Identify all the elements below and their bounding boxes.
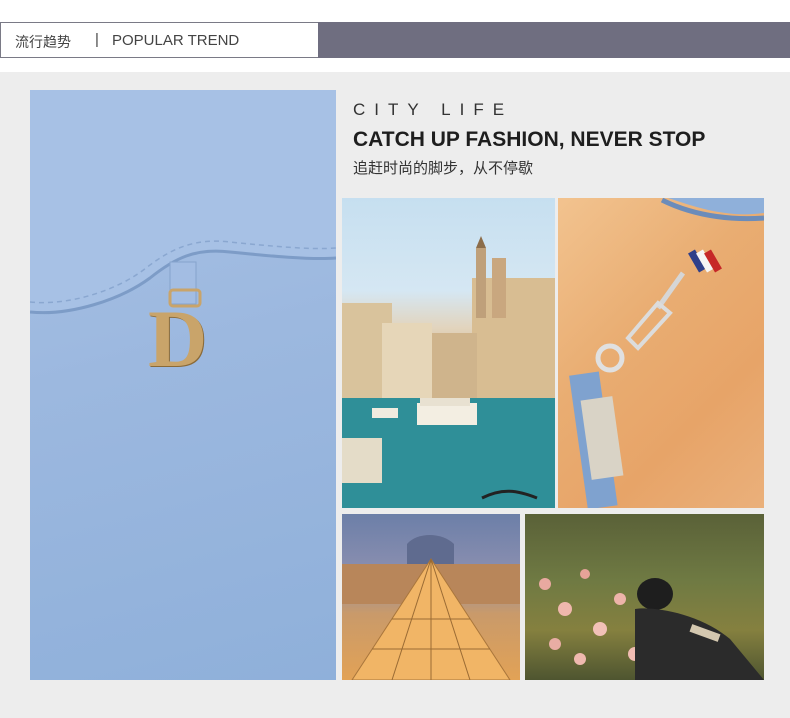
header-title-box: 流行趋势 | POPULAR TREND (0, 22, 319, 58)
venice-canal-photo (342, 198, 555, 508)
header-zh-title: 流行趋势 (15, 35, 71, 51)
rose-garden-photo (525, 514, 764, 680)
logo-d-icon: D (148, 293, 208, 384)
header-separator: | (95, 31, 99, 48)
louvre-pyramid-photo (342, 514, 520, 680)
headline: CATCH UP FASHION, NEVER STOP (353, 128, 706, 151)
city-life-label: CITY LIFE (353, 100, 514, 119)
strap-clasp-photo (558, 198, 764, 508)
zh-subtitle: 追赶时尚的脚步，从不停歇 (353, 159, 534, 177)
product-leather-image: D (30, 90, 336, 680)
header-accent-bar (318, 22, 790, 58)
section-header: 流行趋势 | POPULAR TREND (0, 22, 790, 58)
header-en-title: POPULAR TREND (112, 32, 240, 49)
